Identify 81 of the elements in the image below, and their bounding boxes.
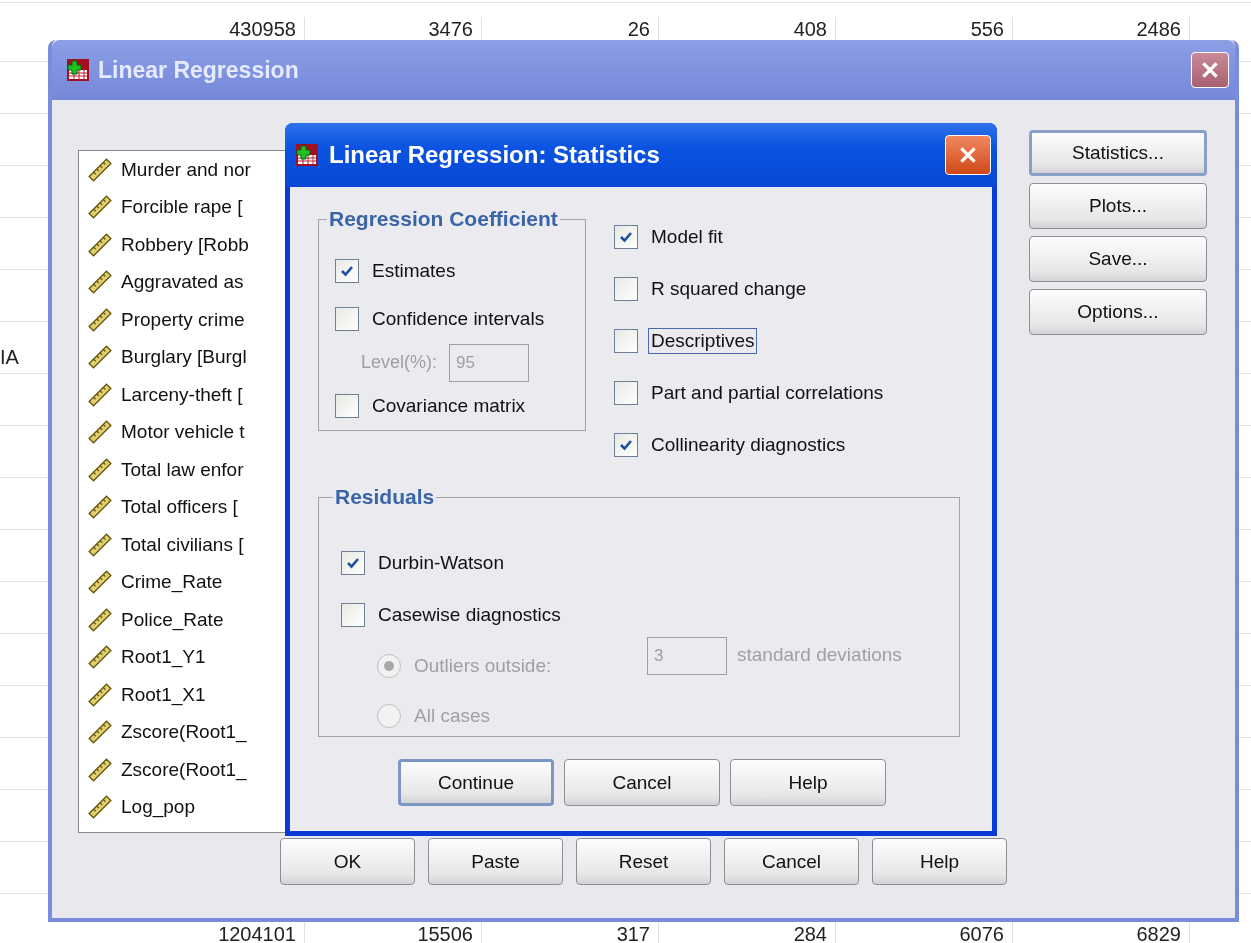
close-button[interactable] bbox=[945, 135, 991, 175]
checkbox[interactable] bbox=[341, 603, 365, 627]
list-item[interactable]: Forcible rape [ bbox=[121, 196, 243, 219]
checkbox[interactable] bbox=[335, 393, 359, 418]
checkbox[interactable] bbox=[614, 433, 638, 457]
dialog-button[interactable]: Options... bbox=[1029, 289, 1207, 335]
checkbox[interactable] bbox=[614, 381, 638, 405]
field-suffix: standard deviations bbox=[737, 644, 902, 666]
checkbox[interactable] bbox=[614, 225, 638, 249]
checkbox-label[interactable]: Durbin-Watson bbox=[375, 550, 507, 576]
list-item[interactable]: Murder and nor bbox=[121, 158, 251, 181]
dialog-button[interactable]: Cancel bbox=[724, 838, 859, 885]
dialog-button[interactable]: Help bbox=[872, 838, 1007, 885]
dialog-button[interactable]: Reset bbox=[576, 838, 711, 885]
ruler-icon bbox=[87, 719, 113, 746]
dialog-button[interactable]: Paste bbox=[428, 838, 563, 885]
ruler-icon bbox=[87, 344, 113, 371]
list-item[interactable]: Larceny-theft [ bbox=[121, 383, 243, 406]
group-title: Regression Coefficient bbox=[328, 207, 559, 231]
ruler-icon bbox=[87, 269, 113, 296]
list-item[interactable]: Burglary [Burgl bbox=[121, 346, 247, 369]
ruler-icon bbox=[87, 381, 113, 408]
dialog-button[interactable]: Save... bbox=[1029, 236, 1207, 282]
ruler-icon bbox=[87, 306, 113, 333]
checkbox-label[interactable]: Covariance matrix bbox=[369, 392, 529, 419]
checkbox-label[interactable]: Casewise diagnostics bbox=[375, 602, 564, 628]
app-icon bbox=[66, 58, 90, 82]
dialog-button[interactable]: Plots... bbox=[1029, 183, 1207, 229]
ruler-icon bbox=[87, 681, 113, 708]
ruler-icon bbox=[87, 644, 113, 671]
list-item[interactable]: Log_pop bbox=[121, 796, 195, 819]
checkbox[interactable] bbox=[614, 329, 638, 353]
app-icon bbox=[295, 143, 319, 167]
ruler-icon bbox=[87, 419, 113, 446]
checkbox-label[interactable]: Part and partial correlations bbox=[648, 380, 887, 406]
close-icon bbox=[957, 144, 979, 166]
ruler-icon bbox=[87, 756, 113, 783]
dialog-button[interactable]: Cancel bbox=[564, 759, 720, 806]
row-label: IA bbox=[0, 345, 19, 369]
dialog-button[interactable]: Continue bbox=[398, 759, 554, 806]
ruler-icon bbox=[87, 569, 113, 596]
list-item[interactable]: Police_Rate bbox=[121, 608, 224, 631]
checkbox[interactable] bbox=[614, 277, 638, 301]
ruler-icon bbox=[87, 531, 113, 558]
checkbox[interactable] bbox=[341, 551, 365, 575]
list-item[interactable]: Zscore(Root1_ bbox=[121, 758, 247, 781]
close-button[interactable] bbox=[1191, 52, 1229, 88]
list-item[interactable]: Aggravated as bbox=[121, 271, 244, 294]
field-label: Level(%): bbox=[361, 352, 438, 374]
list-item[interactable]: Zscore(Root1_ bbox=[121, 721, 247, 744]
dialog-button[interactable]: Help bbox=[730, 759, 886, 806]
checkbox-label[interactable]: Confidence intervals bbox=[369, 306, 548, 333]
checkbox[interactable] bbox=[335, 259, 359, 284]
ruler-icon bbox=[87, 456, 113, 483]
checkbox-label[interactable]: Estimates bbox=[369, 258, 459, 285]
list-item[interactable]: Robbery [Robb bbox=[121, 233, 249, 256]
group-title: Residuals bbox=[334, 485, 436, 509]
close-icon bbox=[1199, 59, 1221, 81]
checkbox-label[interactable]: R squared change bbox=[648, 276, 810, 302]
dialog-button[interactable]: Statistics... bbox=[1029, 130, 1207, 176]
ruler-icon bbox=[87, 231, 113, 258]
checkbox-label[interactable]: Model fit bbox=[648, 224, 726, 250]
ruler-icon bbox=[87, 156, 113, 183]
ruler-icon bbox=[87, 794, 113, 821]
list-item[interactable]: Motor vehicle t bbox=[121, 421, 245, 444]
window-title: Linear Regression: Statistics bbox=[329, 141, 661, 169]
checkbox-label[interactable]: Descriptives bbox=[648, 328, 758, 354]
checkbox-label[interactable]: Collinearity diagnostics bbox=[648, 432, 849, 458]
ruler-icon bbox=[87, 194, 113, 221]
list-item[interactable]: Property crime bbox=[121, 308, 245, 331]
dialog-button[interactable]: OK bbox=[280, 838, 415, 885]
list-item[interactable]: Root1_Y1 bbox=[121, 646, 206, 669]
ruler-icon bbox=[87, 494, 113, 521]
checkbox[interactable] bbox=[335, 307, 359, 332]
list-item[interactable]: Crime_Rate bbox=[121, 571, 223, 594]
ruler-icon bbox=[87, 606, 113, 633]
list-item[interactable]: Root1_X1 bbox=[121, 683, 206, 706]
window-title: Linear Regression bbox=[98, 56, 300, 84]
list-item[interactable]: Total officers [ bbox=[121, 496, 238, 519]
list-item[interactable]: Total law enfor bbox=[121, 458, 244, 481]
list-item[interactable]: Total civilians [ bbox=[121, 533, 244, 556]
